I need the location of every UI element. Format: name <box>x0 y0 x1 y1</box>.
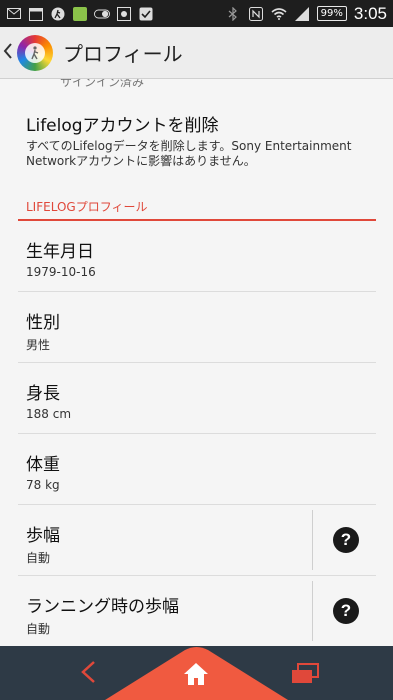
running-stride-help-icon[interactable]: ? <box>333 598 359 624</box>
home-icon <box>184 663 208 685</box>
stride-value: 自動 <box>26 551 51 565</box>
up-chevron-icon[interactable] <box>3 42 17 64</box>
app-icon <box>72 6 88 22</box>
weight-value: 78 kg <box>26 478 60 492</box>
partial-signin-text: サインイン済み <box>60 79 145 89</box>
height-value: 188 cm <box>26 407 72 421</box>
navigation-bar <box>0 646 393 700</box>
action-bar: プロフィール <box>0 27 393 79</box>
gmail-icon <box>6 6 22 22</box>
clock: 3:05 <box>353 3 387 23</box>
delete-account-title: Lifelogアカウントを削除 <box>26 116 219 136</box>
birthday-item[interactable]: 生年月日 1979-10-16 <box>18 221 376 292</box>
camera-icon <box>116 6 132 22</box>
back-icon[interactable] <box>78 660 98 684</box>
height-item[interactable]: 身長 188 cm <box>18 363 376 434</box>
stride-label: 歩幅 <box>26 526 60 546</box>
nfc-icon <box>248 6 264 22</box>
running-stride-label: ランニング時の歩幅 <box>26 597 179 617</box>
walker-icon <box>25 42 45 63</box>
walk-icon <box>50 6 66 22</box>
battery-indicator: 99% <box>316 6 347 21</box>
calendar-icon <box>28 6 44 22</box>
weight-label: 体重 <box>26 455 60 475</box>
gender-label: 性別 <box>26 313 60 333</box>
delete-account-description: すべてのLifelogデータを削除します。Sony Entertainment … <box>26 139 352 168</box>
running-stride-value: 自動 <box>26 622 51 636</box>
lifelog-logo[interactable] <box>17 34 53 71</box>
settings-list[interactable]: サインイン済み Lifelogアカウントを削除 すべてのLifelogデータを削… <box>0 79 393 646</box>
recent-apps-icon[interactable] <box>290 663 320 685</box>
row-divider <box>312 510 313 570</box>
system-status: 99% 3:05 <box>225 4 387 24</box>
gender-value: 男性 <box>26 338 51 352</box>
stride-help-icon[interactable]: ? <box>333 527 359 553</box>
bluetooth-icon <box>225 6 241 22</box>
section-header-lifelog-profile: LIFELOGプロフィール <box>26 200 148 214</box>
toggle-icon <box>94 6 110 22</box>
height-label: 身長 <box>26 384 60 404</box>
wifi-icon <box>271 6 287 22</box>
notification-icons <box>6 6 154 22</box>
signal-icon <box>294 6 310 22</box>
birthday-label: 生年月日 <box>26 242 94 262</box>
status-bar: 99% 3:05 <box>0 0 393 27</box>
check-icon <box>138 6 154 22</box>
birthday-value: 1979-10-16 <box>26 265 96 279</box>
gender-item[interactable]: 性別 男性 <box>18 292 376 363</box>
page-title: プロフィール <box>63 42 183 66</box>
weight-item[interactable]: 体重 78 kg <box>18 434 376 505</box>
stride-item[interactable]: 歩幅 自動 ? <box>18 505 376 576</box>
row-divider <box>312 581 313 641</box>
delete-account-item[interactable]: Lifelogアカウントを削除 すべてのLifelogデータを削除します。Son… <box>26 111 356 169</box>
running-stride-item[interactable]: ランニング時の歩幅 自動 ? <box>18 576 376 646</box>
